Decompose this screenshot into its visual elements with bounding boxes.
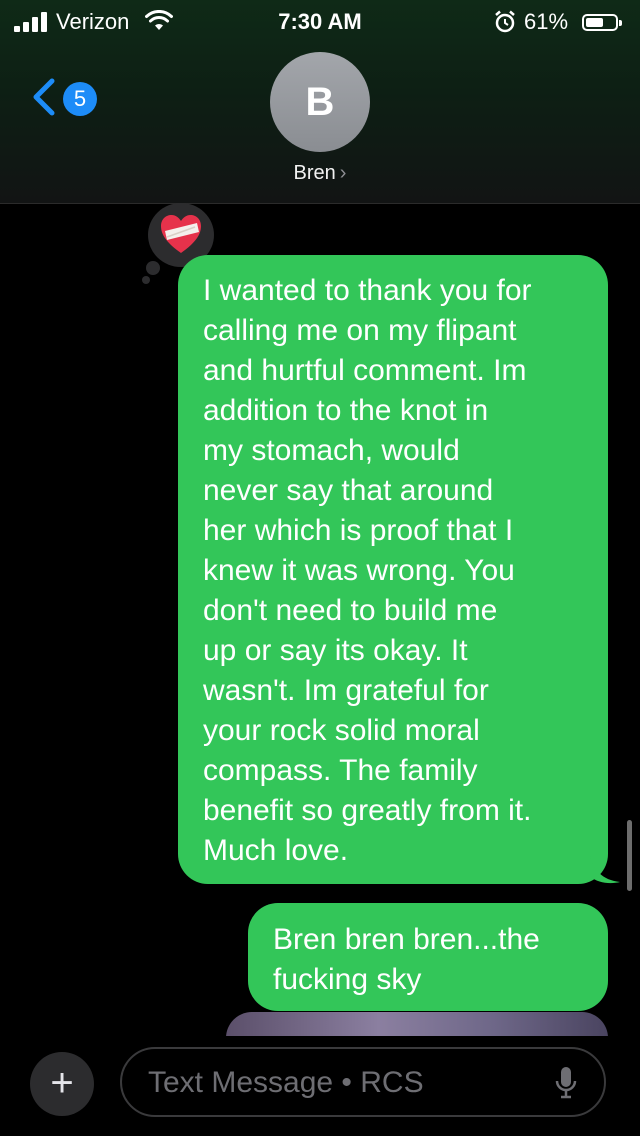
chevron-right-icon: › <box>339 162 347 184</box>
message-line: addition to the knot in <box>203 394 489 427</box>
microphone-icon[interactable] <box>554 1065 578 1101</box>
message-line: Bren bren bren...the <box>273 923 540 956</box>
message-line: fucking sky <box>273 963 422 996</box>
contact-name: Bren <box>293 162 336 184</box>
message-line: calling me on my flipant <box>203 314 517 347</box>
scrollbar[interactable] <box>627 820 632 891</box>
message-input-placeholder: Text Message • RCS <box>148 1066 424 1099</box>
message-input[interactable]: Text Message • RCS <box>120 1047 606 1117</box>
message-line: never say that around <box>203 474 494 507</box>
message-line: don't need to build me <box>203 594 498 627</box>
contact-avatar[interactable]: B <box>270 52 370 152</box>
conversation-header: Verizon 7:30 AM 61% 5 B Bren › <box>0 0 640 204</box>
unread-count-badge[interactable]: 5 <box>63 82 97 116</box>
message-bubble-outgoing[interactable]: Bren bren bren...the fucking sky <box>248 903 608 1011</box>
message-line: compass. The family <box>203 754 478 787</box>
bubble-tail <box>590 856 620 884</box>
alarm-clock-icon <box>495 10 515 33</box>
message-line: I wanted to thank you for <box>203 274 532 307</box>
contact-name-button[interactable]: Bren › <box>0 162 640 185</box>
message-line: your rock solid moral <box>203 714 480 747</box>
mending-heart-icon <box>161 215 201 253</box>
message-line: up or say its okay. It <box>203 634 468 667</box>
message-line: wasn't. Im grateful for <box>203 674 489 707</box>
message-line: benefit so greatly from it. <box>203 794 532 827</box>
status-bar: Verizon 7:30 AM 61% <box>0 6 640 36</box>
back-chevron-icon[interactable] <box>30 78 56 116</box>
message-line: knew it was wrong. You <box>203 554 515 587</box>
battery-icon <box>582 14 622 31</box>
message-line: my stomach, would <box>203 434 460 467</box>
battery-percent: 61% <box>524 9 569 34</box>
add-attachment-button[interactable]: + <box>30 1052 94 1116</box>
message-line: and hurtful comment. Im <box>203 354 527 387</box>
message-line: Much love. <box>203 834 349 867</box>
message-bubble-outgoing[interactable]: I wanted to thank you for calling me on … <box>178 255 608 884</box>
message-line: her which is proof that I <box>203 514 514 547</box>
